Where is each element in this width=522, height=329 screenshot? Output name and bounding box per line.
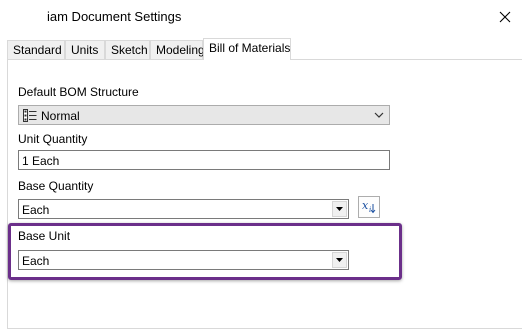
close-icon (499, 11, 511, 23)
tab-label: Standard (13, 43, 62, 57)
dropdown-arrow[interactable] (332, 201, 347, 217)
tab-sketch[interactable]: Sketch (105, 40, 150, 59)
function-parameter-icon: x i (362, 199, 376, 214)
svg-text:i: i (369, 206, 371, 214)
dropdown-arrow[interactable] (332, 252, 347, 268)
base-quantity-value: Each (22, 203, 50, 217)
unit-quantity-label: Unit Quantity (18, 132, 88, 146)
tab-standard[interactable]: Standard (7, 40, 65, 59)
default-bom-structure-label: Default BOM Structure (18, 85, 139, 99)
default-bom-structure-dropdown[interactable]: Normal (18, 105, 390, 125)
dropdown-arrow-icon (336, 207, 343, 211)
unit-quantity-value: 1 Each (22, 154, 60, 168)
tab-strip: Standard Units Sketch Modeling Bill of M… (0, 38, 522, 60)
tab-modeling[interactable]: Modeling (150, 40, 205, 59)
svg-text:x: x (362, 199, 369, 212)
base-quantity-dropdown[interactable]: Each (18, 199, 349, 219)
close-button[interactable] (488, 0, 522, 34)
default-bom-structure-value: Normal (41, 109, 80, 123)
base-unit-dropdown[interactable]: Each (18, 250, 349, 270)
chevron-down-icon (374, 112, 384, 118)
base-quantity-label: Base Quantity (18, 179, 94, 193)
tab-bill-of-materials[interactable]: Bill of Materials (203, 38, 291, 60)
window-title: iam Document Settings (47, 9, 182, 24)
base-unit-value: Each (22, 254, 50, 268)
tab-label: Sketch (111, 43, 148, 57)
base-unit-label: Base Unit (18, 229, 71, 243)
unit-quantity-field[interactable]: 1 Each (18, 150, 390, 170)
title-bar: iam Document Settings (0, 0, 522, 34)
tab-label: Units (71, 43, 99, 57)
tab-label: Bill of Materials (209, 41, 291, 55)
tab-panel (7, 59, 522, 329)
tab-label: Modeling (156, 43, 205, 57)
function-parameter-button[interactable]: x i (358, 196, 380, 218)
dropdown-arrow-icon (336, 258, 343, 262)
bom-structure-icon (23, 109, 37, 122)
tab-units[interactable]: Units (65, 40, 105, 59)
